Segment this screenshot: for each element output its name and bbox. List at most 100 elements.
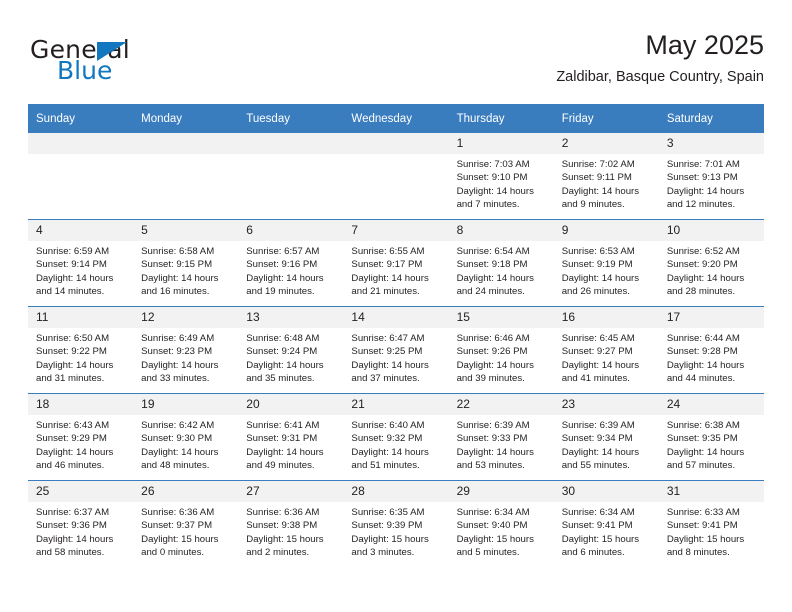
calendar-day-cell[interactable]: 16 Sunrise: 6:45 AM Sunset: 9:27 PM Dayligh…: [553, 306, 659, 394]
daylight-text-line1: Daylight: 14 hours: [666, 272, 745, 284]
calendar-day-cell-empty: [238, 133, 344, 220]
calendar-day-cell[interactable]: 10 Sunrise: 6:52 AM Sunset: 9:20 PM Dayligh…: [658, 219, 764, 307]
calendar-day-cell[interactable]: 31 Sunrise: 6:33 AM Sunset: 9:41 PM Dayligh…: [658, 480, 764, 567]
calendar-day-cell[interactable]: 21 Sunrise: 6:40 AM Sunset: 9:32 PM Dayligh…: [343, 393, 449, 481]
calendar-day-cell[interactable]: 30 Sunrise: 6:34 AM Sunset: 9:41 PM Dayligh…: [553, 480, 659, 567]
calendar-day-cell[interactable]: 4 Sunrise: 6:59 AM Sunset: 9:14 PM Daylight…: [28, 219, 134, 307]
calendar-day-cell[interactable]: 5 Sunrise: 6:58 AM Sunset: 9:15 PM Daylight…: [133, 219, 239, 307]
sunset-text: Sunset: 9:33 PM: [456, 433, 528, 445]
daylight-text-line1: Daylight: 14 hours: [36, 533, 114, 545]
sunset-text: Sunset: 9:24 PM: [246, 346, 318, 358]
sunrise-text: Sunrise: 6:59 AM: [36, 246, 110, 257]
calendar-day-cell[interactable]: 6 Sunrise: 6:57 AM Sunset: 9:16 PM Daylight…: [238, 219, 344, 307]
day-sun-info: Sunrise: 6:54 AM Sunset: 9:18 PM Daylight:…: [449, 241, 554, 298]
daylight-text-line1: Daylight: 14 hours: [246, 272, 324, 284]
calendar-day-cell[interactable]: 7 Sunrise: 6:55 AM Sunset: 9:17 PM Daylight…: [343, 219, 449, 307]
day-sun-info: Sunrise: 6:42 AM Sunset: 9:30 PM Daylight:…: [133, 415, 238, 472]
calendar-day-cell[interactable]: 2 Sunrise: 7:02 AM Sunset: 9:11 PM Daylight…: [553, 133, 659, 220]
daylight-text-line1: Daylight: 14 hours: [246, 359, 324, 371]
calendar-day-cell[interactable]: 29 Sunrise: 6:34 AM Sunset: 9:40 PM Dayligh…: [448, 480, 554, 567]
calendar-day-cell[interactable]: 14 Sunrise: 6:47 AM Sunset: 9:25 PM Dayligh…: [343, 306, 449, 394]
daylight-text-line2: and 3 minutes.: [351, 546, 415, 558]
day-sun-info: Sunrise: 7:01 AM Sunset: 9:13 PM Daylight:…: [659, 154, 764, 211]
calendar-week-row: 11 Sunrise: 6:50 AM Sunset: 9:22 PM Dayligh…: [28, 306, 764, 394]
day-sun-info: Sunrise: 6:33 AM Sunset: 9:41 PM Daylight:…: [659, 502, 764, 559]
page-subtitle: Zaldibar, Basque Country, Spain: [556, 69, 764, 85]
calendar-day-cell[interactable]: 19 Sunrise: 6:42 AM Sunset: 9:30 PM Dayligh…: [133, 393, 239, 481]
weekday-header-row: Sunday Monday Tuesday Wednesday Thursday…: [28, 104, 764, 133]
calendar-day-cell[interactable]: 28 Sunrise: 6:35 AM Sunset: 9:39 PM Dayligh…: [343, 480, 449, 567]
calendar-day-cell[interactable]: 3 Sunrise: 7:01 AM Sunset: 9:13 PM Daylight…: [658, 133, 764, 220]
daylight-text-line1: Daylight: 14 hours: [666, 185, 745, 197]
day-number: 30: [553, 481, 659, 502]
calendar-day-cell[interactable]: 8 Sunrise: 6:54 AM Sunset: 9:18 PM Daylight…: [448, 219, 554, 307]
daylight-text-line2: and 57 minutes.: [666, 459, 736, 471]
day-sun-info: Sunrise: 6:34 AM Sunset: 9:41 PM Daylight:…: [554, 502, 659, 559]
calendar-day-cell[interactable]: 11 Sunrise: 6:50 AM Sunset: 9:22 PM Dayligh…: [28, 306, 134, 394]
day-number: 20: [238, 394, 344, 415]
daylight-text-line1: Daylight: 14 hours: [561, 272, 640, 284]
calendar-day-cell[interactable]: 23 Sunrise: 6:39 AM Sunset: 9:34 PM Dayligh…: [553, 393, 659, 481]
sunset-text: Sunset: 9:35 PM: [666, 433, 738, 445]
daylight-text-line2: and 8 minutes.: [666, 546, 730, 558]
day-sun-info: Sunrise: 6:40 AM Sunset: 9:32 PM Daylight:…: [343, 415, 448, 472]
day-sun-info: Sunrise: 6:50 AM Sunset: 9:22 PM Daylight:…: [28, 328, 133, 385]
daylight-text-line1: Daylight: 14 hours: [36, 446, 114, 458]
sunset-text: Sunset: 9:15 PM: [141, 259, 213, 271]
sunrise-text: Sunrise: 6:43 AM: [36, 420, 110, 431]
day-sun-info: Sunrise: 6:46 AM Sunset: 9:26 PM Daylight:…: [449, 328, 554, 385]
daylight-text-line1: Daylight: 14 hours: [246, 446, 324, 458]
daylight-text-line2: and 55 minutes.: [561, 459, 630, 471]
calendar-day-cell[interactable]: 18 Sunrise: 6:43 AM Sunset: 9:29 PM Dayligh…: [28, 393, 134, 481]
daylight-text-line1: Daylight: 14 hours: [36, 359, 114, 371]
sunset-text: Sunset: 9:36 PM: [36, 520, 107, 532]
daylight-text-line1: Daylight: 14 hours: [141, 272, 219, 284]
sunrise-text: Sunrise: 6:53 AM: [561, 246, 635, 257]
sunset-text: Sunset: 9:34 PM: [561, 433, 633, 445]
daylight-text-line1: Daylight: 15 hours: [561, 533, 640, 545]
calendar-day-cell[interactable]: 9 Sunrise: 6:53 AM Sunset: 9:19 PM Daylight…: [553, 219, 659, 307]
calendar-day-cell[interactable]: 17 Sunrise: 6:44 AM Sunset: 9:28 PM Dayligh…: [658, 306, 764, 394]
daylight-text-line2: and 0 minutes.: [141, 546, 205, 558]
daylight-text-line2: and 58 minutes.: [36, 546, 105, 558]
page-title: May 2025: [645, 30, 764, 60]
calendar-day-cell[interactable]: 13 Sunrise: 6:48 AM Sunset: 9:24 PM Dayligh…: [238, 306, 344, 394]
daylight-text-line1: Daylight: 15 hours: [666, 533, 745, 545]
daylight-text-line2: and 6 minutes.: [561, 546, 625, 558]
calendar-week-row: 18 Sunrise: 6:43 AM Sunset: 9:29 PM Dayligh…: [28, 393, 764, 481]
calendar-day-cell[interactable]: 1 Sunrise: 7:03 AM Sunset: 9:10 PM Daylight…: [448, 133, 554, 220]
day-number: [238, 133, 344, 154]
day-sun-info: Sunrise: 6:38 AM Sunset: 9:35 PM Daylight:…: [659, 415, 764, 472]
day-sun-info: Sunrise: 6:53 AM Sunset: 9:19 PM Daylight:…: [554, 241, 659, 298]
daylight-text-line2: and 19 minutes.: [246, 285, 315, 297]
calendar-day-cell[interactable]: 24 Sunrise: 6:38 AM Sunset: 9:35 PM Dayligh…: [658, 393, 764, 481]
daylight-text-line2: and 37 minutes.: [351, 372, 420, 384]
daylight-text-line1: Daylight: 14 hours: [36, 272, 114, 284]
day-number: 13: [238, 307, 344, 328]
day-sun-info: Sunrise: 6:39 AM Sunset: 9:34 PM Daylight:…: [554, 415, 659, 472]
title-block: May 2025 Zaldibar, Basque Country, Spain: [556, 28, 764, 88]
calendar-day-cell[interactable]: 12 Sunrise: 6:49 AM Sunset: 9:23 PM Dayligh…: [133, 306, 239, 394]
sunset-text: Sunset: 9:27 PM: [561, 346, 633, 358]
general-blue-logo[interactable]: General Blue: [28, 36, 228, 90]
calendar-day-cell[interactable]: 25 Sunrise: 6:37 AM Sunset: 9:36 PM Dayligh…: [28, 480, 134, 567]
calendar-day-cell[interactable]: 27 Sunrise: 6:36 AM Sunset: 9:38 PM Dayligh…: [238, 480, 344, 567]
sunset-text: Sunset: 9:25 PM: [351, 346, 423, 358]
daylight-text-line1: Daylight: 14 hours: [666, 446, 745, 458]
sunrise-text: Sunrise: 6:49 AM: [141, 333, 215, 344]
sunset-text: Sunset: 9:28 PM: [666, 346, 738, 358]
sunrise-text: Sunrise: 6:57 AM: [246, 246, 320, 257]
sunrise-text: Sunrise: 7:01 AM: [666, 159, 740, 170]
daylight-text-line2: and 49 minutes.: [246, 459, 315, 471]
sunrise-text: Sunrise: 6:40 AM: [351, 420, 425, 431]
sunrise-sunset-calendar: Sunday Monday Tuesday Wednesday Thursday…: [28, 104, 764, 567]
sunset-text: Sunset: 9:16 PM: [246, 259, 318, 271]
calendar-day-cell[interactable]: 20 Sunrise: 6:41 AM Sunset: 9:31 PM Dayligh…: [238, 393, 344, 481]
calendar-day-cell[interactable]: 15 Sunrise: 6:46 AM Sunset: 9:26 PM Dayligh…: [448, 306, 554, 394]
daylight-text-line1: Daylight: 14 hours: [351, 359, 429, 371]
day-sun-info: Sunrise: 6:36 AM Sunset: 9:37 PM Daylight:…: [133, 502, 238, 559]
daylight-text-line2: and 35 minutes.: [246, 372, 315, 384]
daylight-text-line2: and 39 minutes.: [456, 372, 525, 384]
calendar-day-cell[interactable]: 26 Sunrise: 6:36 AM Sunset: 9:37 PM Dayligh…: [133, 480, 239, 567]
calendar-day-cell[interactable]: 22 Sunrise: 6:39 AM Sunset: 9:33 PM Dayligh…: [448, 393, 554, 481]
